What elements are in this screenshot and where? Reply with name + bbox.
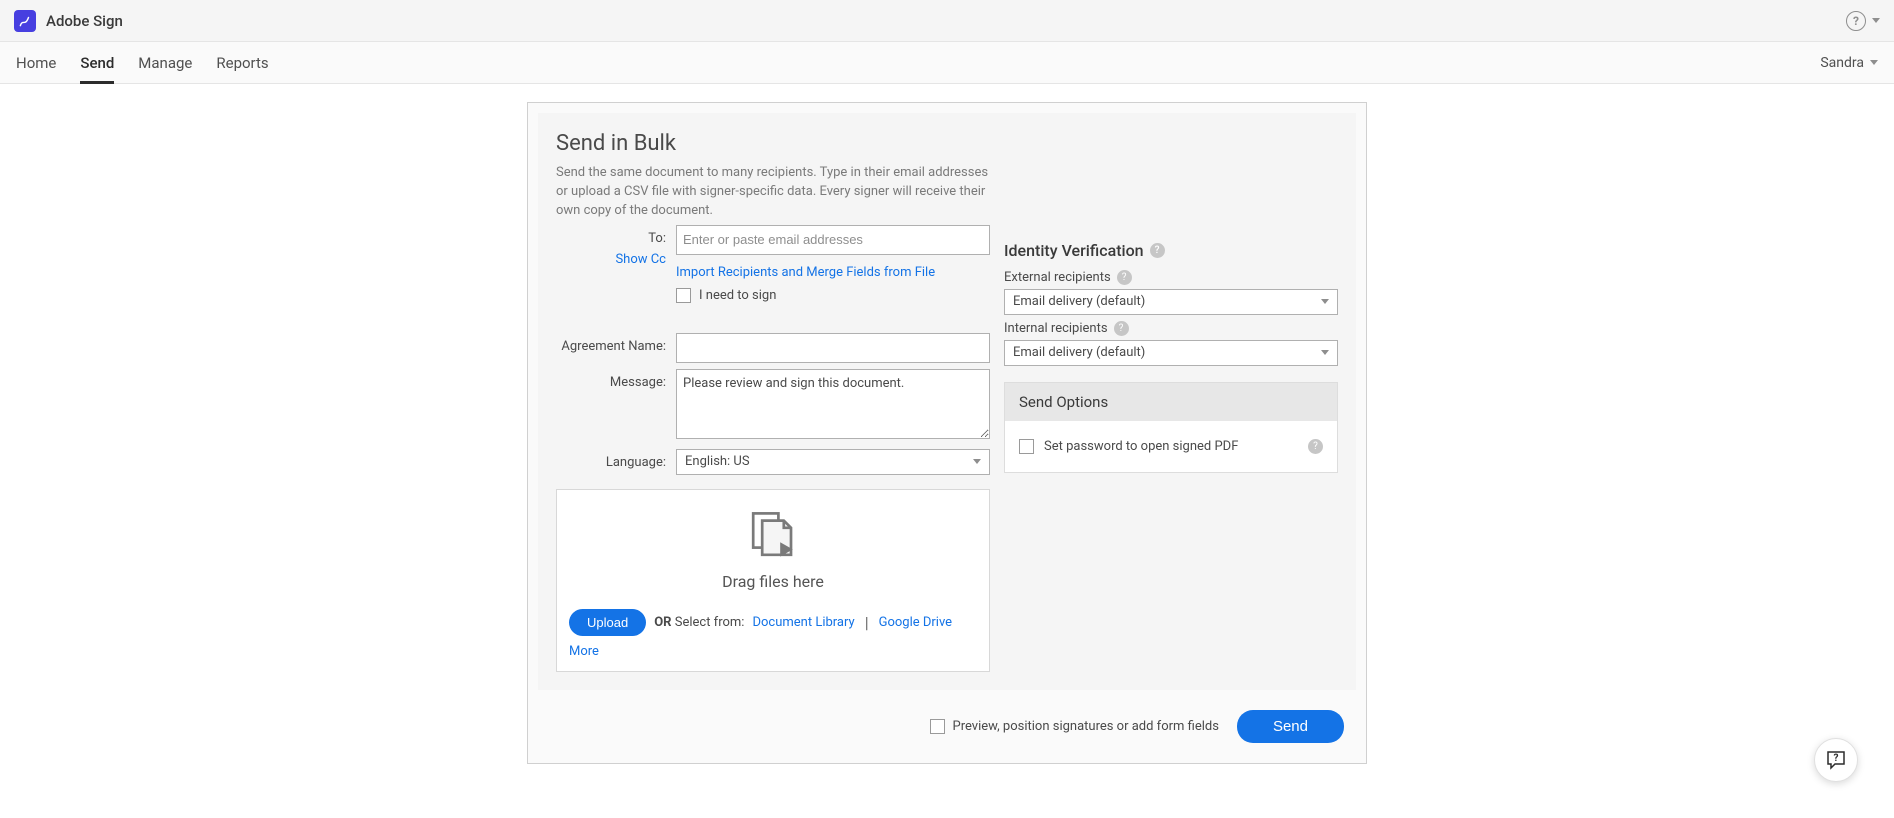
nav-bar: Home Send Manage Reports Sandra [0, 42, 1894, 84]
external-recipients-select[interactable]: Email delivery (default) [1004, 289, 1338, 315]
floating-help-button[interactable]: ? [1814, 738, 1858, 782]
main-card: Send in Bulk Send the same document to m… [527, 102, 1367, 764]
import-recipients-link[interactable]: Import Recipients and Merge Fields from … [676, 265, 935, 280]
chevron-down-icon [1321, 299, 1329, 304]
to-label: To: [556, 231, 666, 246]
preview-checkbox[interactable] [930, 719, 945, 734]
chevron-down-icon [1870, 60, 1878, 65]
message-label: Message: [556, 369, 676, 390]
set-password-label: Set password to open signed PDF [1044, 439, 1298, 454]
adobe-sign-logo-icon [14, 10, 36, 32]
chat-help-icon: ? [1824, 748, 1848, 772]
brand: Adobe Sign [14, 10, 123, 32]
google-drive-link[interactable]: Google Drive [879, 615, 952, 630]
language-select[interactable]: English: US [676, 449, 990, 475]
tab-manage[interactable]: Manage [138, 42, 192, 83]
external-recipients-value: Email delivery (default) [1013, 294, 1145, 309]
page-title: Send in Bulk [556, 131, 1338, 156]
top-bar: Adobe Sign ? [0, 0, 1894, 42]
help-icon[interactable]: ? [1150, 243, 1165, 258]
topbar-actions: ? [1846, 11, 1880, 31]
send-options-panel: Send Options Set password to open signed… [1004, 382, 1338, 473]
chevron-down-icon [973, 459, 981, 464]
chevron-down-icon[interactable] [1872, 18, 1880, 23]
more-link[interactable]: More [569, 644, 599, 659]
to-input[interactable] [676, 225, 990, 255]
show-cc-link[interactable]: Show Cc [615, 252, 666, 267]
internal-recipients-select[interactable]: Email delivery (default) [1004, 340, 1338, 366]
message-input[interactable] [676, 369, 990, 439]
divider: | [865, 613, 869, 632]
tab-home[interactable]: Home [16, 42, 56, 83]
document-library-link[interactable]: Document Library [752, 615, 854, 630]
external-recipients-label: External recipients [1004, 270, 1111, 285]
tab-send[interactable]: Send [80, 42, 114, 83]
select-from-text: Select from: [675, 615, 745, 630]
identity-verification-title: Identity Verification [1004, 241, 1144, 260]
agreement-name-label: Agreement Name: [556, 333, 676, 354]
user-name: Sandra [1820, 55, 1864, 71]
help-icon[interactable]: ? [1308, 439, 1323, 454]
footer-actions: Preview, position signatures or add form… [538, 690, 1356, 753]
chevron-down-icon [1321, 350, 1329, 355]
help-icon[interactable]: ? [1114, 321, 1129, 336]
svg-text:?: ? [1834, 753, 1839, 764]
send-options-title: Send Options [1005, 383, 1337, 421]
internal-recipients-label: Internal recipients [1004, 321, 1108, 336]
agreement-name-input[interactable] [676, 333, 990, 363]
need-to-sign-checkbox[interactable] [676, 288, 691, 303]
file-dropzone[interactable]: Drag files here Upload OR Select from: D… [556, 489, 990, 672]
language-value: English: US [685, 454, 750, 469]
send-button[interactable]: Send [1237, 710, 1344, 743]
documents-icon [746, 508, 800, 562]
preview-label: Preview, position signatures or add form… [953, 719, 1219, 734]
drop-text: Drag files here [722, 572, 824, 591]
help-icon[interactable]: ? [1846, 11, 1866, 31]
app-title: Adobe Sign [46, 12, 123, 30]
upload-button[interactable]: Upload [569, 609, 646, 636]
page-description: Send the same document to many recipient… [556, 164, 1000, 221]
language-label: Language: [556, 449, 676, 470]
set-password-checkbox[interactable] [1019, 439, 1034, 454]
nav-tabs: Home Send Manage Reports [16, 42, 269, 83]
need-to-sign-label: I need to sign [699, 288, 776, 303]
user-menu[interactable]: Sandra [1820, 55, 1878, 71]
help-icon[interactable]: ? [1117, 270, 1132, 285]
or-text: OR [654, 615, 671, 630]
internal-recipients-value: Email delivery (default) [1013, 345, 1145, 360]
tab-reports[interactable]: Reports [216, 42, 268, 83]
